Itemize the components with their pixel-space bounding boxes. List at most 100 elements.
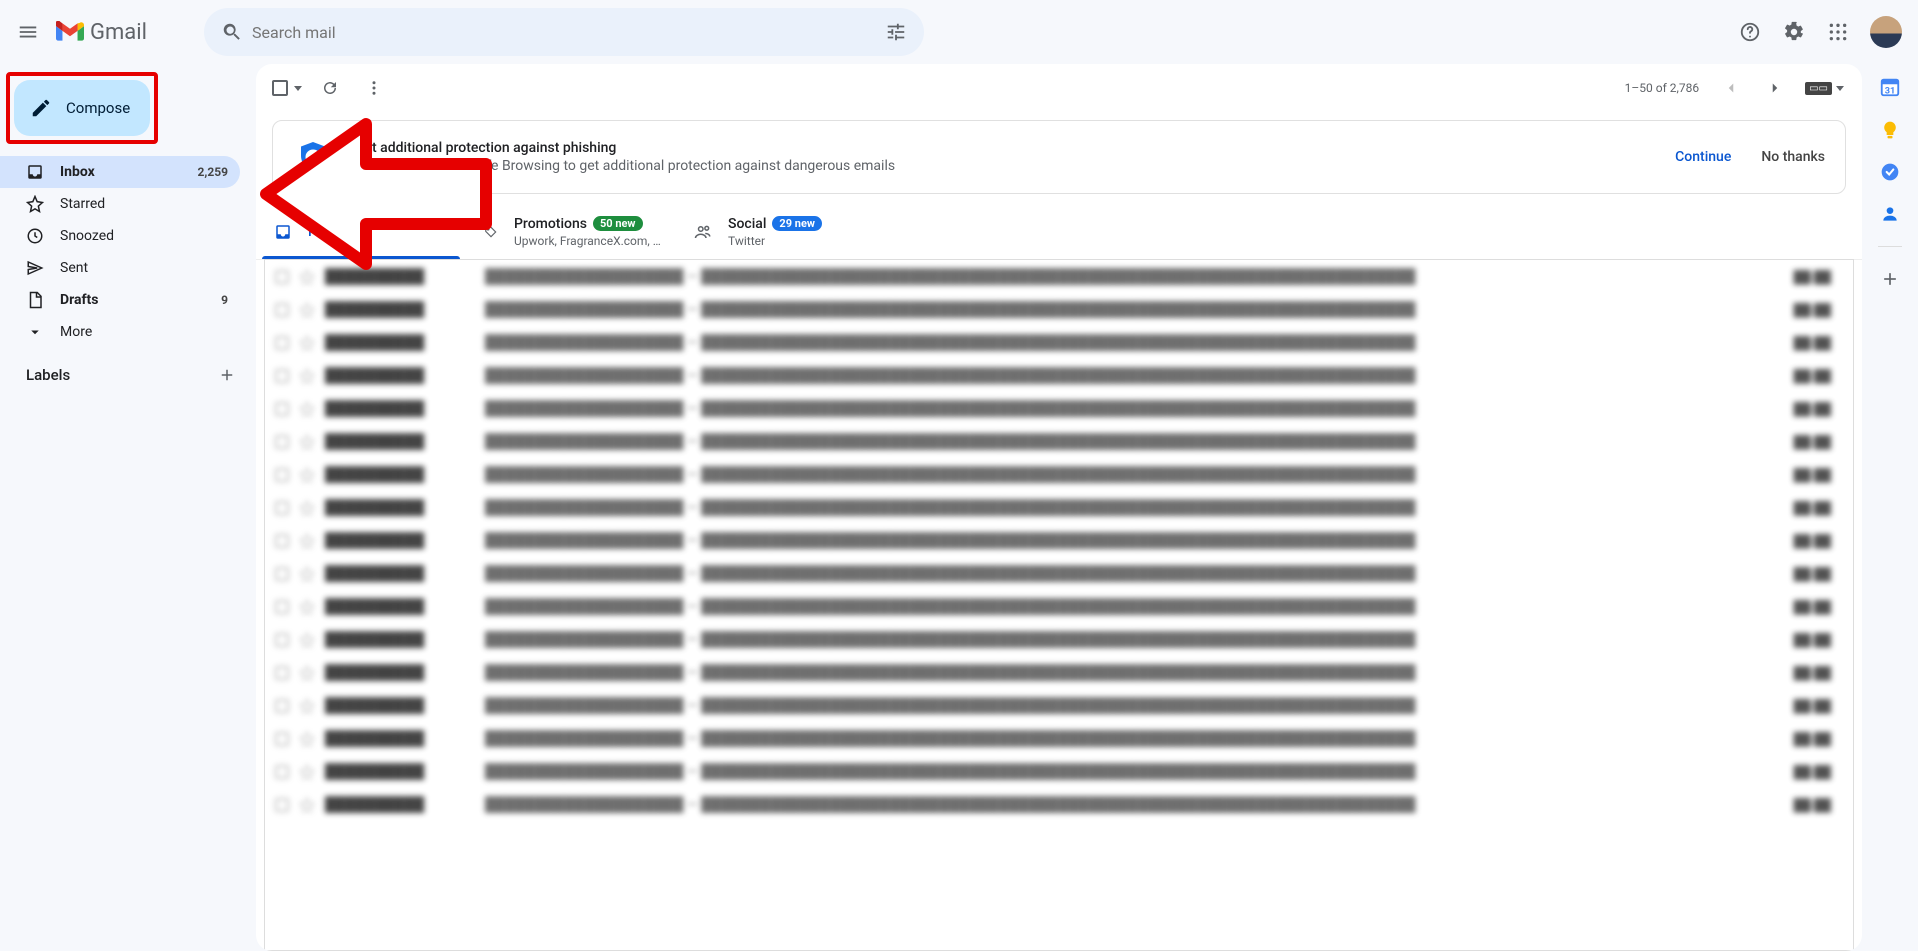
banner-continue-button[interactable]: Continue [1675,149,1731,165]
tasks-app-button[interactable] [1880,162,1900,182]
shield-badge [293,137,333,177]
email-row[interactable]: ██████████ ████████████████████ — ██████… [265,722,1853,755]
tab-sublabel: Twitter [728,234,822,248]
email-row[interactable]: ██████████ ████████████████████ — ██████… [265,623,1853,656]
email-row[interactable]: ██████████ ████████████████████ — ██████… [265,359,1853,392]
email-row[interactable]: ██████████ ████████████████████ — ██████… [265,689,1853,722]
more-actions-button[interactable] [354,68,394,108]
contacts-app-button[interactable] [1880,204,1900,224]
email-row[interactable]: ██████████ ████████████████████ — ██████… [265,590,1853,623]
banner-title: Get additional protection against phishi… [355,140,1653,156]
nav-label: More [60,324,92,340]
google-apps-button[interactable] [1818,12,1858,52]
banner-nothanks-button[interactable]: No thanks [1761,149,1825,165]
svg-text:31: 31 [1885,86,1896,96]
folder-nav: Inbox 2,259 Starred Snoozed Sent Drafts … [0,156,256,348]
banner-subtitle: Turn on Enhanced Safe Browsing to get ad… [355,158,1653,174]
nav-label: Inbox [60,164,95,180]
email-row[interactable]: ██████████ ████████████████████ — ██████… [265,524,1853,557]
chevron-left-icon [1722,79,1740,97]
newer-page-button[interactable] [1711,68,1751,108]
tab-promotions[interactable]: Promotions 50 new Upwork, FragranceX.com… [466,204,676,259]
safe-browsing-banner: Get additional protection against phishi… [272,120,1846,194]
older-page-button[interactable] [1755,68,1795,108]
tab-social[interactable]: Social 29 new Twitter [676,204,886,259]
nav-more[interactable]: More [0,316,240,348]
right-side-panel: 31 [1862,64,1918,951]
select-all-toggle[interactable] [268,76,306,100]
person-icon [1880,204,1900,224]
chevron-right-icon [1766,79,1784,97]
nav-label: Sent [60,260,88,276]
email-row[interactable]: ██████████ ████████████████████ — ██████… [265,656,1853,689]
inbox-icon [274,223,292,241]
calendar-app-button[interactable]: 31 [1879,76,1901,98]
keep-icon [1880,120,1900,140]
tune-icon [885,21,907,43]
labels-section-header: Labels [0,348,256,388]
keyboard-icon: ▭▭ [1805,82,1832,95]
compose-label: Compose [66,99,130,117]
email-row[interactable]: ██████████ ████████████████████ — ██████… [265,788,1853,821]
nav-label: Snoozed [60,228,114,244]
chevron-down-icon [26,323,44,341]
app-header: Gmail [0,0,1918,64]
plus-icon [218,366,236,384]
mail-panel: 1–50 of 2,786 ▭▭ Get additional protecti… [256,64,1862,951]
compose-button[interactable]: Compose [14,80,150,136]
create-label-button[interactable] [218,366,236,384]
search-input[interactable] [252,23,876,42]
search-options-button[interactable] [876,12,916,52]
mail-toolbar: 1–50 of 2,786 ▭▭ [256,64,1862,112]
email-row[interactable]: ██████████ ████████████████████ — ██████… [265,425,1853,458]
pencil-icon [30,97,52,119]
email-row[interactable]: ██████████ ████████████████████ — ██████… [265,491,1853,524]
apps-grid-icon [1828,22,1848,42]
file-icon [26,291,44,309]
nav-label: Starred [60,196,105,212]
email-row[interactable]: ██████████ ████████████████████ — ██████… [265,293,1853,326]
tasks-icon [1880,162,1900,182]
gmail-logo[interactable]: Gmail [56,20,196,45]
account-avatar[interactable] [1870,16,1902,48]
category-tabs: Primary Promotions 50 new Upwork, Fragra… [256,204,1862,260]
clock-icon [26,227,44,245]
keep-app-button[interactable] [1880,120,1900,140]
search-button[interactable] [212,12,252,52]
people-icon [694,223,712,241]
nav-inbox[interactable]: Inbox 2,259 [0,156,240,188]
tab-primary[interactable]: Primary [256,204,466,259]
calendar-icon: 31 [1879,76,1901,98]
refresh-button[interactable] [310,68,350,108]
get-addons-button[interactable] [1880,269,1900,289]
tab-badge: 50 new [593,216,643,231]
main-menu-button[interactable] [8,12,48,52]
refresh-icon [321,79,339,97]
help-icon [1739,21,1761,43]
search-icon [221,21,243,43]
nav-snoozed[interactable]: Snoozed [0,220,240,252]
email-row[interactable]: ██████████ ████████████████████ — ██████… [265,392,1853,425]
shield-icon [295,139,331,175]
chevron-down-icon [1836,86,1844,91]
email-row[interactable]: ██████████ ████████████████████ — ██████… [265,326,1853,359]
email-row[interactable]: ██████████ ████████████████████ — ██████… [265,260,1853,293]
gear-icon [1783,21,1805,43]
support-button[interactable] [1730,12,1770,52]
email-row[interactable]: ██████████ ████████████████████ — ██████… [265,458,1853,491]
pagination-info: 1–50 of 2,786 [1625,81,1699,95]
input-tools-button[interactable]: ▭▭ [1799,68,1850,108]
gmail-icon [56,21,84,43]
nav-sent[interactable]: Sent [0,252,240,284]
tab-label: Promotions [514,216,587,232]
nav-starred[interactable]: Starred [0,188,240,220]
settings-button[interactable] [1774,12,1814,52]
more-vert-icon [365,79,383,97]
email-row[interactable]: ██████████ ████████████████████ — ██████… [265,755,1853,788]
email-list-blurred: /* rows generated below via script for b… [264,259,1854,951]
tag-icon [484,223,498,241]
nav-drafts[interactable]: Drafts 9 [0,284,240,316]
email-row[interactable]: ██████████ ████████████████████ — ██████… [265,557,1853,590]
compose-highlight-box: Compose [6,72,158,144]
inbox-icon [26,163,44,181]
